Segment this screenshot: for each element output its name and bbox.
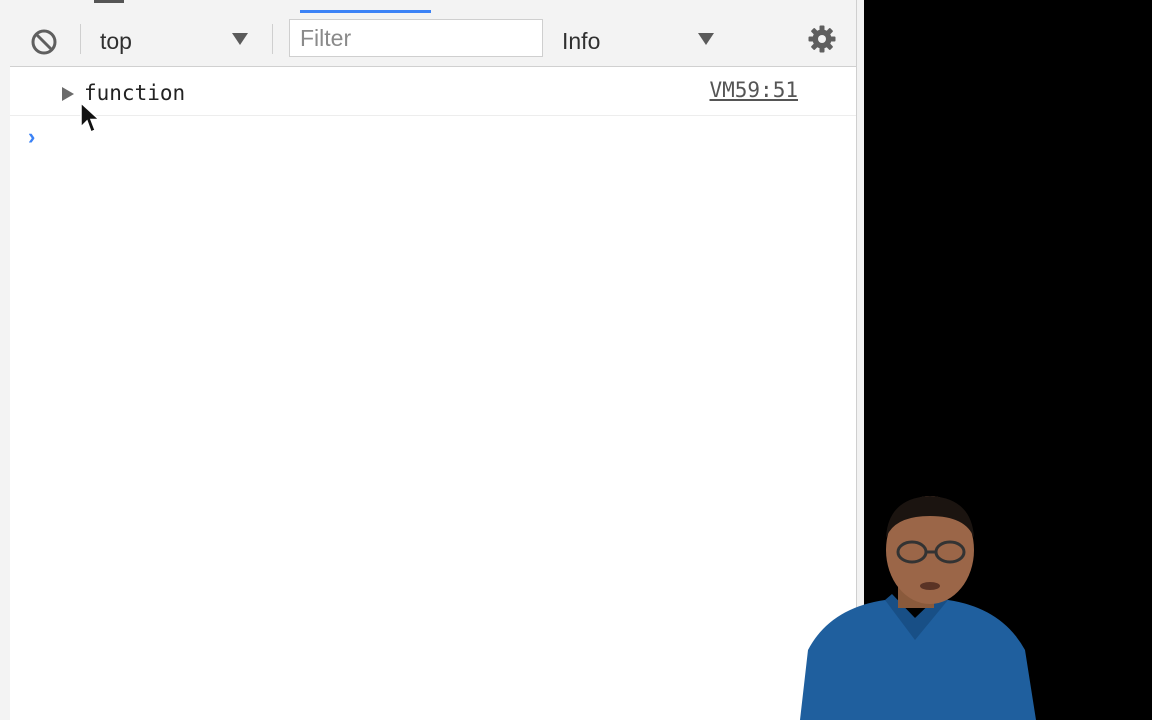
toolbar-separator bbox=[80, 24, 81, 54]
expand-triangle-icon[interactable] bbox=[62, 87, 74, 101]
log-source-link[interactable]: VM59:51 bbox=[709, 78, 798, 102]
clear-console-icon[interactable] bbox=[30, 28, 58, 56]
mouse-pointer-icon bbox=[80, 101, 101, 134]
console-toolbar: top Info bbox=[10, 14, 856, 67]
presenter-webcam bbox=[800, 496, 1036, 720]
context-select[interactable]: top bbox=[94, 20, 260, 58]
chevron-down-icon bbox=[232, 33, 248, 45]
chevron-down-icon bbox=[698, 33, 714, 45]
console-output: function VM59:51 › bbox=[10, 67, 856, 720]
tab-stub[interactable] bbox=[94, 0, 124, 3]
prompt-chevron-icon: › bbox=[28, 124, 36, 149]
context-select-value: top bbox=[100, 28, 132, 54]
tab-strip bbox=[10, 0, 856, 15]
gear-icon[interactable] bbox=[807, 24, 837, 54]
console-prompt[interactable]: › bbox=[10, 116, 856, 156]
filter-input[interactable] bbox=[289, 19, 543, 57]
toolbar-separator bbox=[272, 24, 273, 54]
tab-console-active-indicator[interactable] bbox=[300, 10, 431, 13]
log-entry: function VM59:51 bbox=[10, 67, 856, 116]
log-level-value: Info bbox=[562, 28, 601, 54]
log-level-select[interactable]: Info bbox=[554, 20, 724, 58]
devtools-panel: top Info functi bbox=[0, 0, 856, 720]
console-input[interactable] bbox=[58, 122, 822, 152]
